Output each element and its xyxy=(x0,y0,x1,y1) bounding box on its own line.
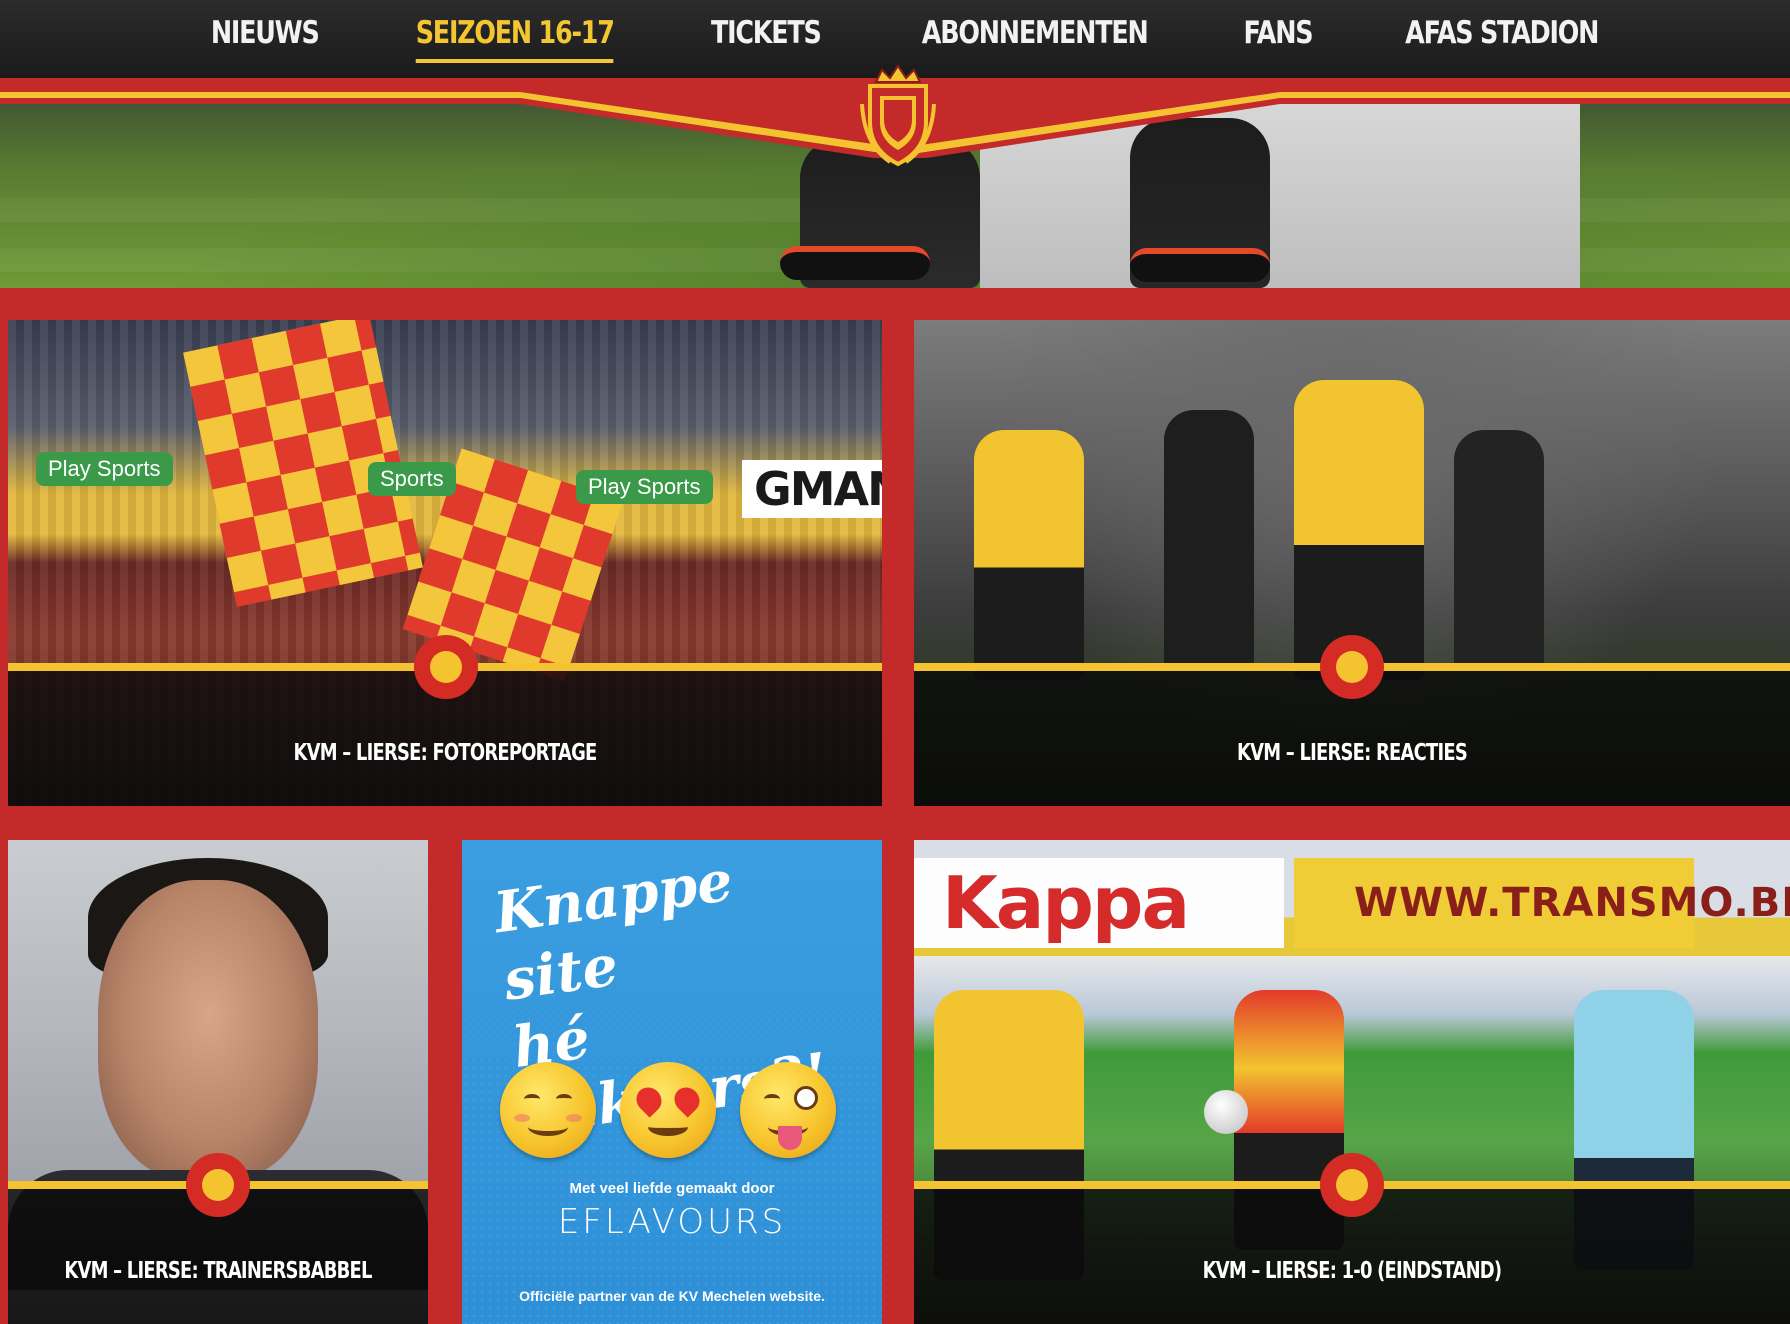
tile-badge-icon xyxy=(1320,635,1384,699)
tile-badge-icon xyxy=(186,1153,250,1217)
sponsor-board-kappa: Kappa xyxy=(914,858,1284,948)
news-tile-trainersbabbel[interactable]: KVM – LIERSE: TRAINERSBABBEL xyxy=(8,840,428,1324)
nav-item-fans[interactable]: FANS xyxy=(1244,15,1314,63)
staff-image xyxy=(1164,410,1254,670)
trainer-face xyxy=(98,880,318,1180)
nav-item-afas-stadion[interactable]: AFAS STADION xyxy=(1405,15,1599,63)
football-boot-image xyxy=(1130,248,1270,282)
news-tile-reacties[interactable]: KVM – LIERSE: REACTIES xyxy=(914,320,1790,806)
tile-caption: KVM – LIERSE: TRAINERSBABBEL xyxy=(64,1258,372,1284)
emoji-row xyxy=(500,1062,836,1158)
eflavours-logo[interactable]: EFLAVOURS xyxy=(462,1202,882,1242)
sponsor-board-gman: GMAN xyxy=(742,460,882,518)
football-image xyxy=(1204,1090,1248,1134)
nav-item-tickets[interactable]: TICKETS xyxy=(711,15,822,63)
tile-caption: KVM – LIERSE: 1-0 (EINDSTAND) xyxy=(1202,1258,1502,1284)
player-image xyxy=(974,430,1084,680)
kv-mechelen-crest-logo[interactable] xyxy=(860,64,936,168)
ad-partner-text: Officiële partner van de KV Mechelen web… xyxy=(519,1288,825,1304)
smiling-blush-icon xyxy=(500,1062,596,1158)
sponsor-board-play-sports: Play Sports xyxy=(576,470,713,504)
nav-item-nieuws[interactable]: NIEUWS xyxy=(210,15,319,63)
pitch-side-board xyxy=(980,96,1580,288)
news-tile-fotoreportage[interactable]: Play Sports Sports Play Sports GMAN KVM … xyxy=(8,320,882,806)
cameraman-image xyxy=(1454,430,1544,670)
partner-ad-eflavours[interactable]: Knappe site hé kakkers?! Met veel liefde… xyxy=(462,840,882,1324)
tile-badge-icon xyxy=(414,635,478,699)
winking-tongue-icon xyxy=(740,1062,836,1158)
news-tile-eindstand[interactable]: Kappa WWW.TRANSMO.BE KVM – LIERSE: 1-0 (… xyxy=(914,840,1790,1324)
sponsor-board-sports: Sports xyxy=(368,462,456,496)
football-boot-image xyxy=(780,246,930,280)
nav-item-abonnementen[interactable]: ABONNEMENTEN xyxy=(922,15,1149,63)
nav-list: NIEUWS SEIZOEN 16-17 TICKETS ABONNEMENTE… xyxy=(171,15,1620,63)
ad-made-by-text: Met veel liefde gemaakt door xyxy=(569,1180,775,1197)
tile-caption: KVM – LIERSE: REACTIES xyxy=(1237,740,1468,766)
tile-badge-icon xyxy=(1320,1153,1384,1217)
nav-item-seizoen[interactable]: SEIZOEN 16-17 xyxy=(415,15,615,63)
sponsor-board-play-sports: Play Sports xyxy=(36,452,173,486)
sponsor-board-transmo: WWW.TRANSMO.BE xyxy=(1294,858,1790,948)
heart-eyes-icon xyxy=(620,1062,716,1158)
tile-caption: KVM – LIERSE: FOTOREPORTAGE xyxy=(293,740,597,766)
